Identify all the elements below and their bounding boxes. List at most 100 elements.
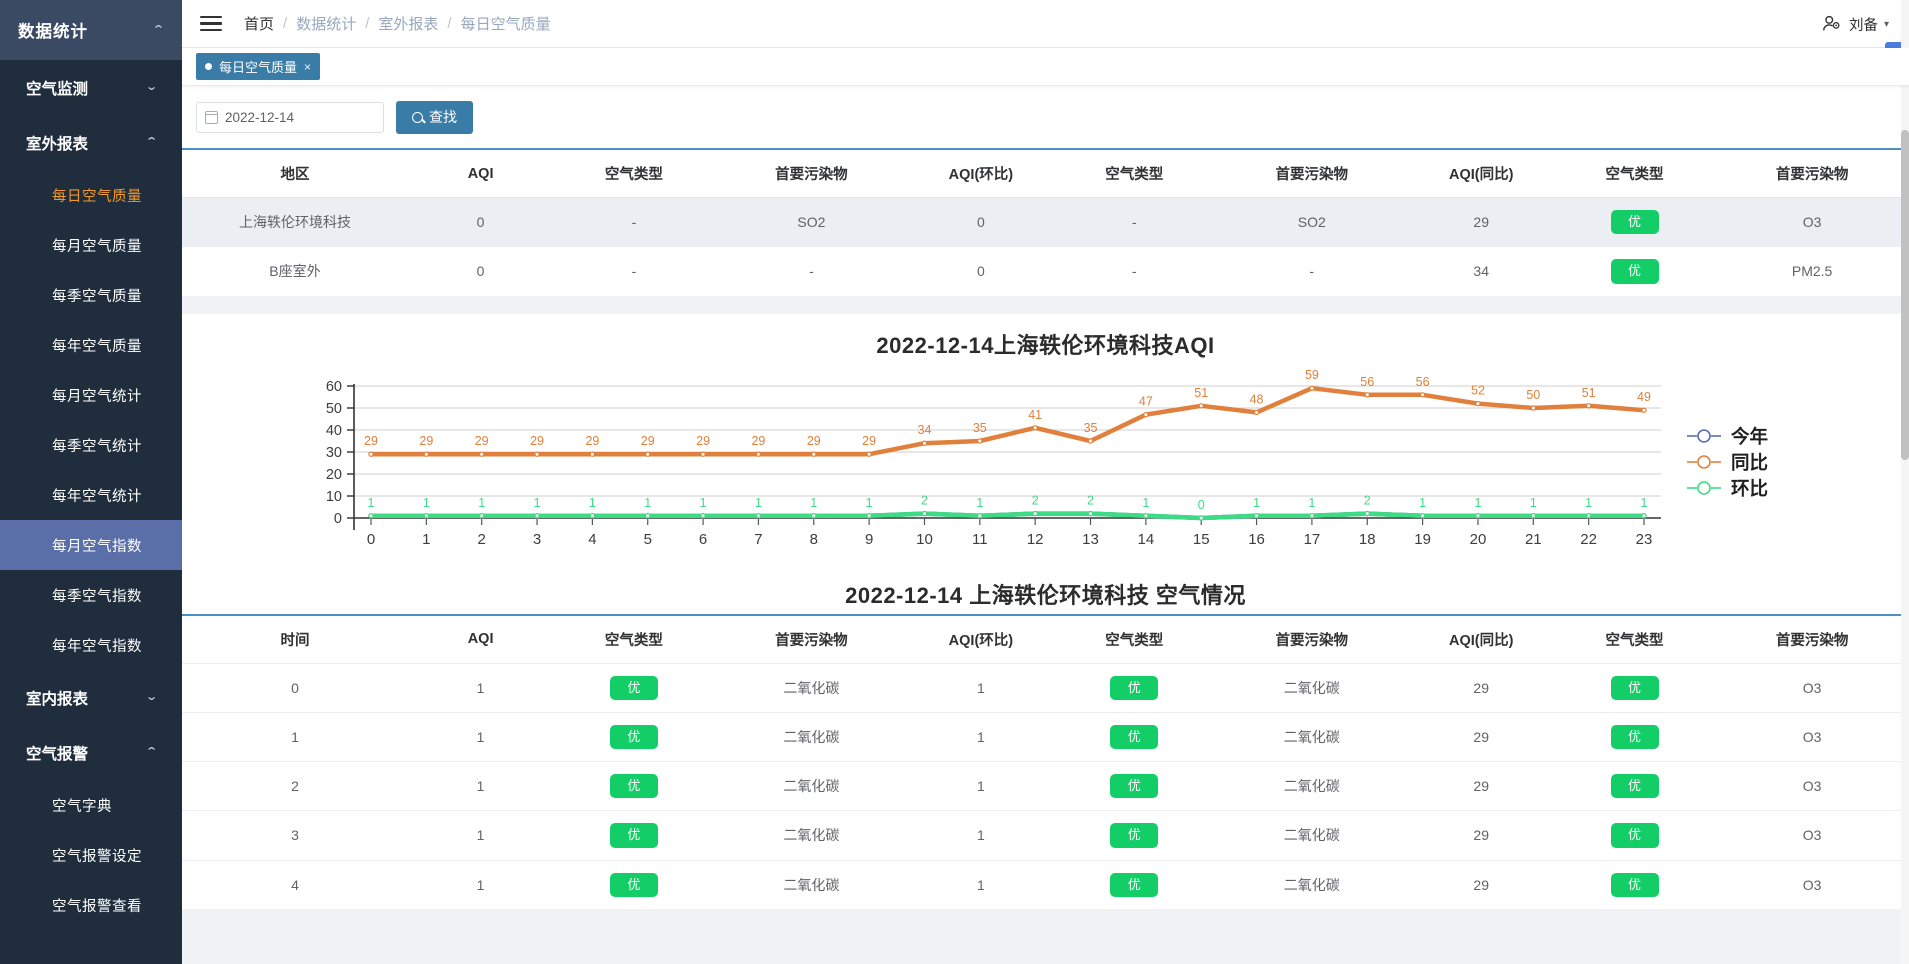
data-label: 1 [1308, 495, 1315, 509]
user-menu[interactable]: 刘备 ▾ [1821, 0, 1889, 48]
top-bar: 首页 / 数据统计 / 室外报表 / 每日空气质量 刘备 ▾ [182, 0, 1909, 48]
table-row[interactable]: 3 1 优二氧化碳 1 优二氧化碳 29 优 O3 [182, 810, 1909, 860]
cell-AQI(环比): 1 [908, 662, 1054, 713]
legend-item-今年[interactable]: 今年 [1687, 426, 1768, 447]
cell-首要污染物: 二氧化碳 [1214, 711, 1409, 762]
data-label: 1 [644, 495, 651, 509]
data-label: 29 [475, 434, 489, 448]
sidebar-item-室外报表[interactable]: 室外报表 ⌃ [0, 115, 182, 170]
data-label: 29 [696, 434, 710, 448]
cell-空气类型: 优 [1053, 859, 1215, 909]
breadcrumb-item-首页[interactable]: 首页 [244, 13, 274, 34]
cell-AQI(同比): 29 [1408, 711, 1554, 762]
sidebar-item-室内报表[interactable]: 室内报表 ⌄ [0, 670, 182, 725]
data-label: 48 [1250, 392, 1264, 406]
legend-item-同比[interactable]: 同比 [1687, 452, 1768, 473]
cell-AQI(环比): 0 [908, 196, 1054, 247]
cell-空气类型: 优 [553, 662, 715, 713]
tab-close-icon[interactable]: × [304, 60, 311, 74]
column-header-首要污染物: 首要污染物 [714, 148, 909, 198]
cell-首要污染物: SO2 [1214, 196, 1409, 247]
x-tick-label: 5 [644, 531, 652, 548]
table-row[interactable]: 0 1 优二氧化碳 1 优二氧化碳 29 优 O3 [182, 662, 1909, 713]
sidebar-item-每季空气指数[interactable]: 每季空气指数 [0, 570, 182, 620]
breadcrumb-separator: / [447, 15, 452, 32]
data-label: 51 [1194, 385, 1208, 399]
sidebar-item-空气报警查看[interactable]: 空气报警查看 [0, 880, 182, 930]
sidebar-item-每月空气统计[interactable]: 每月空气统计 [0, 370, 182, 420]
cell-AQI: 0 [407, 196, 554, 247]
cell-AQI: 1 [407, 662, 554, 713]
x-tick-label: 1 [422, 531, 430, 548]
sidebar-item-每年空气统计[interactable]: 每年空气统计 [0, 470, 182, 520]
breadcrumb-item-室外报表[interactable]: 室外报表 [378, 13, 438, 34]
date-input-value: 2022-12-14 [225, 109, 295, 125]
chart-svg: 01020304050600 1 2 3 4 5 6 7 8 9 10 11 12 13 14 15 16 17 1… [326, 368, 1768, 548]
cell-首要污染物: - [714, 246, 909, 296]
column-header-AQI(同比): AQI(同比) [1408, 148, 1554, 198]
data-label: 1 [589, 495, 596, 509]
tab-每日空气质量[interactable]: 每日空气质量 × [196, 53, 321, 80]
x-tick-label: 19 [1414, 531, 1431, 548]
breadcrumb-item-数据统计[interactable]: 数据统计 [296, 13, 356, 34]
cell-空气类型: 优 [1053, 662, 1215, 713]
table-row[interactable]: 1 1 优二氧化碳 1 优二氧化碳 29 优 O3 [182, 711, 1909, 762]
cell-空气类型: - [553, 196, 715, 247]
table-row[interactable]: 2 1 优二氧化碳 1 优二氧化碳 29 优 O3 [182, 760, 1909, 811]
x-tick-label: 11 [972, 531, 988, 548]
sidebar-root-数据统计[interactable]: 数据统计 ⌃ [0, 0, 182, 60]
cell-空气类型: 优 [1053, 810, 1215, 860]
cell-首要污染物: O3 [1715, 196, 1909, 247]
sidebar-item-空气字典[interactable]: 空气字典 [0, 780, 182, 830]
sidebar-item-每月空气质量[interactable]: 每月空气质量 [0, 220, 182, 270]
detail-table-card: 2022-12-14 上海轶伦环境科技 空气情况 时间 AQI 空气类型 首要污染物 A… [182, 563, 1909, 909]
sidebar-item-label: 空气字典 [52, 798, 112, 815]
sidebar-item-每季空气统计[interactable]: 每季空气统计 [0, 420, 182, 470]
cell-空气类型: - [1053, 196, 1215, 247]
data-label: 1 [976, 495, 983, 509]
cell-AQI(环比): 1 [908, 760, 1054, 811]
cell-首要污染物: O3 [1715, 810, 1909, 860]
cell-首要污染物: - [1214, 246, 1409, 296]
sidebar-item-空气报警设定[interactable]: 空气报警设定 [0, 830, 182, 880]
cell-首要污染物: 二氧化碳 [1214, 662, 1409, 713]
sidebar-item-空气报警[interactable]: 空气报警 ⌃ [0, 725, 182, 780]
cell-空气类型: 优 [1053, 711, 1215, 762]
data-label: 1 [423, 495, 430, 509]
data-label: 1 [1253, 495, 1260, 509]
menu-toggle-icon[interactable] [200, 15, 222, 32]
sidebar-item-空气监测[interactable]: 空气监测 ⌄ [0, 60, 182, 115]
x-tick-label: 22 [1580, 531, 1597, 548]
vertical-scrollbar[interactable] [1901, 0, 1909, 964]
table-row[interactable]: 上海轶伦环境科技 0- SO2 0- SO2 29 优 O3 [182, 196, 1909, 247]
sidebar-item-每日空气质量[interactable]: 每日空气质量 [0, 170, 182, 220]
search-button[interactable]: 查找 [396, 100, 473, 134]
summary-table: 地区 AQI 空气类型 首要污染物 AQI(环比) 空气类型 首要污染物 AQI(同比) 空气类… [182, 148, 1909, 296]
user-name: 刘备 [1848, 17, 1878, 34]
breadcrumb: 首页 / 数据统计 / 室外报表 / 每日空气质量 [244, 13, 551, 34]
x-tick-label: 8 [810, 531, 818, 548]
sidebar-item-每年空气指数[interactable]: 每年空气指数 [0, 620, 182, 670]
cell-AQI: 1 [407, 859, 554, 909]
data-label: 41 [1028, 407, 1042, 421]
column-header-首要污染物: 首要污染物 [1214, 613, 1409, 663]
date-input[interactable]: 2022-12-14 [196, 101, 384, 133]
table-row[interactable]: B座室外 0- -0- -34 优 PM2.5 [182, 246, 1909, 296]
search-icon [412, 111, 423, 123]
sidebar-item-每季空气质量[interactable]: 每季空气质量 [0, 270, 182, 320]
table-row[interactable]: 4 1 优二氧化碳 1 优二氧化碳 29 优 O3 [182, 859, 1909, 909]
legend-item-环比[interactable]: 环比 [1687, 478, 1768, 499]
detail-table: 时间 AQI 空气类型 首要污染物 AQI(环比) 空气类型 首要污染物 AQI(同比) 空气类… [182, 613, 1909, 909]
status-badge: 优 [1110, 872, 1159, 897]
sidebar-item-label: 空气监测 [26, 80, 89, 98]
status-badge: 优 [1610, 724, 1659, 749]
y-tick-label: 40 [326, 423, 342, 439]
column-header-空气类型: 空气类型 [1553, 613, 1716, 663]
scrollbar-thumb[interactable] [1901, 130, 1909, 460]
cell-首要污染物: O3 [1715, 662, 1909, 713]
x-tick-label: 17 [1304, 531, 1321, 548]
sidebar-item-每年空气质量[interactable]: 每年空气质量 [0, 320, 182, 370]
data-label: 1 [755, 495, 762, 509]
sidebar-item-每月空气指数[interactable]: 每月空气指数 [0, 520, 182, 570]
column-header-AQI: AQI [407, 613, 554, 663]
